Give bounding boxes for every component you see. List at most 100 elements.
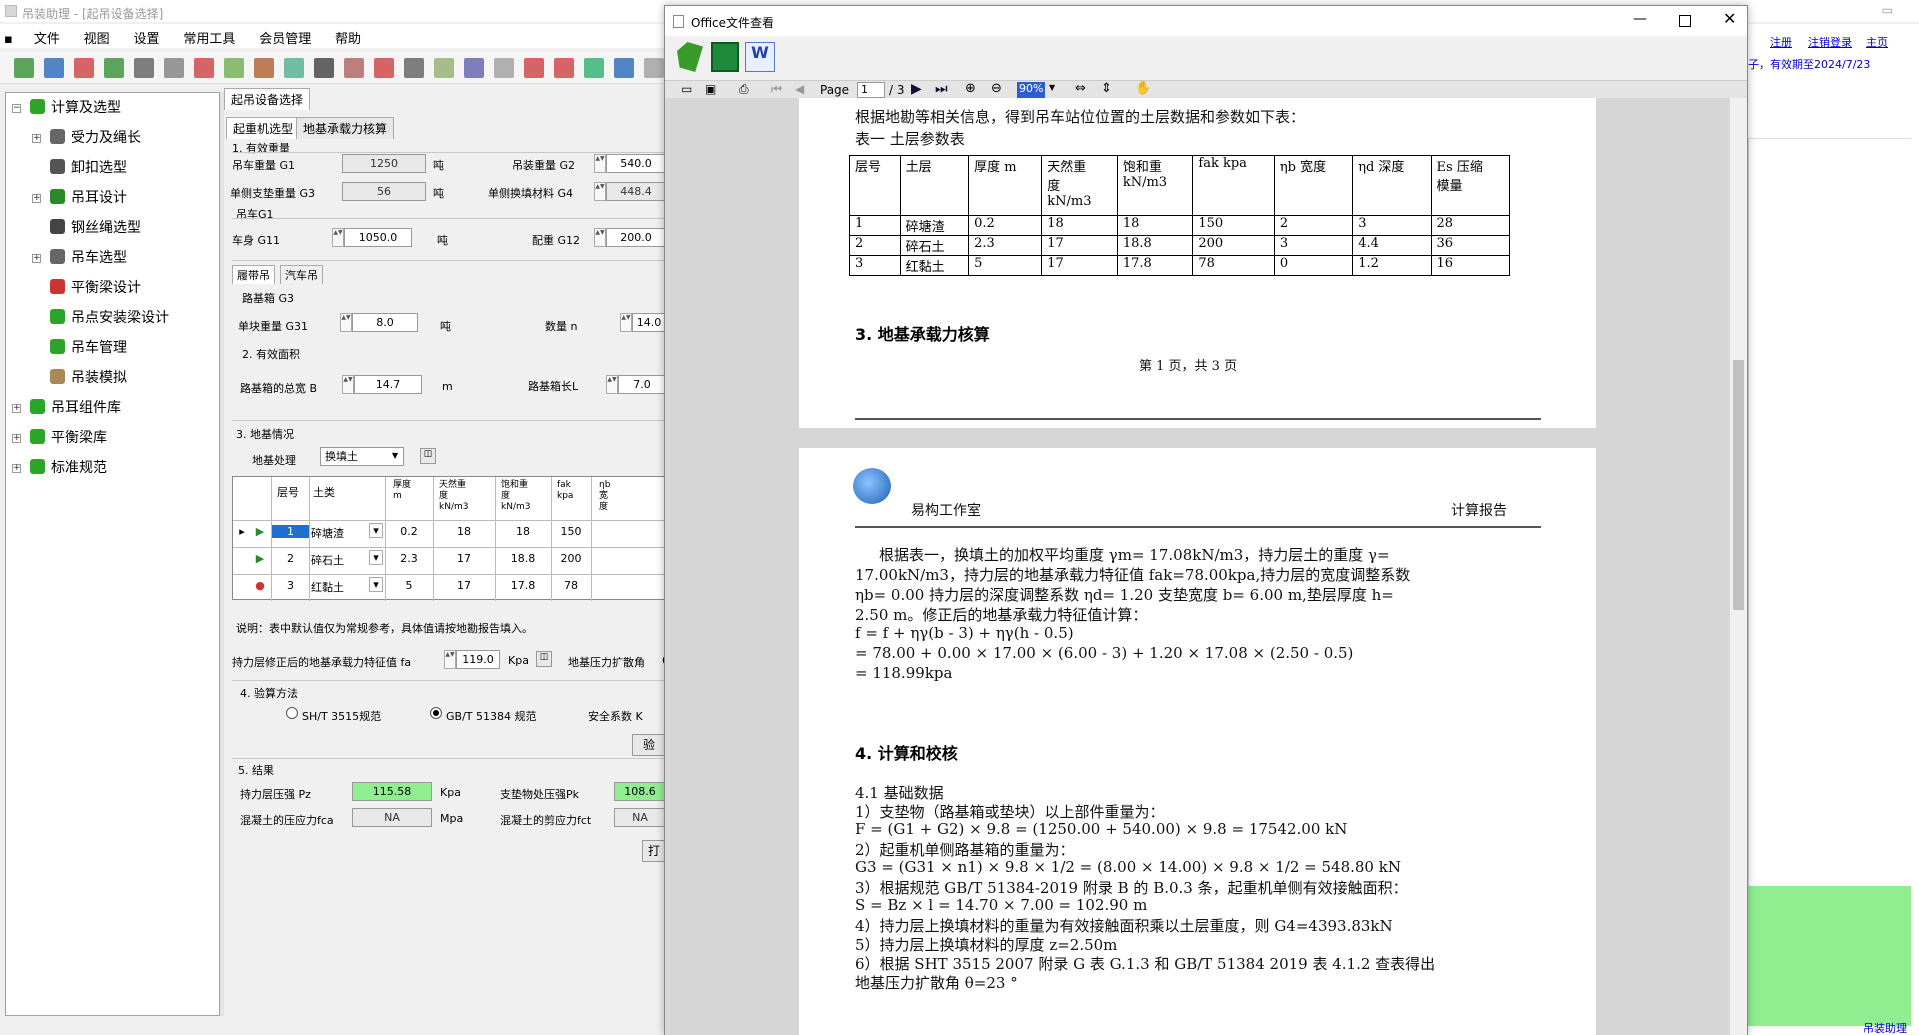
- fa-chart-icon[interactable]: ◫: [536, 651, 552, 667]
- tree-node[interactable]: 卸扣选型: [50, 157, 127, 179]
- tab-crane-selection[interactable]: 起吊设备选择: [224, 88, 311, 110]
- tree-node[interactable]: 钢丝绳选型: [50, 217, 141, 239]
- tree-node[interactable]: 平衡梁设计: [50, 277, 141, 299]
- tree-expander[interactable]: +: [32, 194, 41, 203]
- toolbar-tool-4-icon[interactable]: [104, 58, 124, 78]
- tree-node[interactable]: 吊耳设计: [50, 187, 127, 209]
- calc-button[interactable]: 验: [632, 734, 666, 756]
- splitter[interactable]: [220, 92, 224, 1016]
- grid-cell-gs[interactable]: 17.8: [495, 579, 551, 592]
- grid-cell-fak[interactable]: 150: [551, 525, 591, 538]
- n-spinner[interactable]: ▲▼: [620, 313, 632, 332]
- tab-truck[interactable]: 汽车吊: [280, 265, 323, 284]
- grid-cell-gs[interactable]: 18.8: [495, 552, 551, 565]
- toolbar-tool-19-icon[interactable]: [554, 58, 574, 78]
- toolbar-tool-9-icon[interactable]: [254, 58, 274, 78]
- g1-field[interactable]: 1250: [342, 154, 426, 173]
- menu-settings[interactable]: 设置: [124, 24, 170, 51]
- g12-spinner[interactable]: ▲▼: [594, 228, 606, 247]
- tree-expander[interactable]: +: [12, 434, 21, 443]
- g4-field[interactable]: 448.4: [606, 182, 666, 201]
- tree-node[interactable]: 计算及选型: [30, 97, 121, 119]
- open-icon[interactable]: [677, 42, 703, 72]
- b-spinner[interactable]: ▲▼: [342, 375, 354, 394]
- toolbar-tool-3-icon[interactable]: [74, 58, 94, 78]
- grid-cell-soil[interactable]: 红黏土: [311, 579, 365, 595]
- menu-app-icon[interactable]: ▪: [0, 28, 20, 51]
- tree-node[interactable]: 吊耳组件库: [30, 397, 121, 419]
- tab-crane-select[interactable]: 起重机选型: [226, 117, 301, 139]
- grid-cell-no[interactable]: 3: [272, 579, 309, 592]
- toolbar-tool-13-icon[interactable]: [374, 58, 394, 78]
- b-field[interactable]: 14.7: [354, 375, 422, 394]
- folder-icon[interactable]: ▭: [681, 82, 692, 96]
- zoom-input[interactable]: 90%: [1017, 82, 1045, 98]
- toolbar-tool-7-icon[interactable]: [194, 58, 214, 78]
- first-page-icon[interactable]: ⏮: [771, 82, 782, 97]
- g11-spinner[interactable]: ▲▼: [332, 228, 344, 247]
- viewer-scrollbar[interactable]: [1730, 98, 1747, 1035]
- tree-node[interactable]: 吊点安装梁设计: [50, 307, 169, 329]
- tree-node[interactable]: 平衡梁库: [30, 427, 107, 449]
- grid-cell-soil[interactable]: 碎塘渣: [311, 525, 365, 541]
- pk-field[interactable]: 108.6: [614, 782, 666, 801]
- fa-spinner[interactable]: ▲▼: [444, 650, 456, 669]
- toolbar-tool-8-icon[interactable]: [224, 58, 244, 78]
- l-field[interactable]: 7.0: [618, 375, 666, 394]
- tree-expander[interactable]: +: [12, 464, 21, 473]
- maximize-icon[interactable]: [1679, 15, 1691, 27]
- toolbar-tool-14-icon[interactable]: [404, 58, 424, 78]
- zoom-in-icon[interactable]: ⊕: [965, 81, 976, 96]
- grid-cell-gs[interactable]: 18: [495, 525, 551, 538]
- g4-spinner[interactable]: ▲▼: [594, 182, 606, 201]
- g3-field[interactable]: 56: [342, 182, 426, 201]
- tree-node[interactable]: 吊装模拟: [50, 367, 127, 389]
- grid-cell-h[interactable]: 2.3: [385, 552, 433, 565]
- grid-cell-h[interactable]: 5: [385, 579, 433, 592]
- toolbar-tool-12-icon[interactable]: [344, 58, 364, 78]
- grid-cell-h[interactable]: 0.2: [385, 525, 433, 538]
- page-input[interactable]: 1: [857, 82, 885, 98]
- method-gb-radio[interactable]: [430, 707, 442, 719]
- fit-width-icon[interactable]: ⇔: [1075, 81, 1086, 96]
- print-button[interactable]: 打: [642, 840, 666, 862]
- zoom-chevron-icon[interactable]: ▼: [1049, 83, 1055, 92]
- grid-cell-fak[interactable]: 78: [551, 579, 591, 592]
- tree-expander[interactable]: +: [32, 134, 41, 143]
- soil-dropdown-icon[interactable]: ▾: [369, 577, 383, 592]
- minimize-icon[interactable]: —: [1633, 11, 1647, 27]
- fct-field[interactable]: NA: [614, 808, 666, 827]
- tree-expander[interactable]: +: [32, 254, 41, 263]
- tree-node[interactable]: 吊车选型: [50, 247, 127, 269]
- tree-expander[interactable]: −: [12, 104, 21, 113]
- g12-field[interactable]: 200.0: [606, 228, 666, 247]
- scroll-thumb[interactable]: [1733, 360, 1744, 610]
- chevron-down-icon[interactable]: ▼: [392, 451, 398, 460]
- tree-node[interactable]: 受力及绳长: [50, 127, 141, 149]
- g31-field[interactable]: 8.0: [352, 313, 418, 332]
- toolbar-tool-6-icon[interactable]: [164, 58, 184, 78]
- toolbar-tool-1-icon[interactable]: [14, 58, 34, 78]
- logout-link[interactable]: 注销登录: [1808, 34, 1852, 50]
- grid-cell-g[interactable]: 18: [433, 525, 495, 538]
- document-view[interactable]: 根据地勘等相关信息，得到吊车站位位置的土层数据和参数如下表： 表一 土层参数表 …: [665, 98, 1747, 1035]
- g11-field[interactable]: 1050.0: [344, 228, 412, 247]
- word-export-icon[interactable]: W: [745, 42, 775, 72]
- toolbar-tool-16-icon[interactable]: [464, 58, 484, 78]
- prev-page-icon[interactable]: ◀: [795, 82, 804, 96]
- save-icon[interactable]: [711, 42, 739, 72]
- g31-spinner[interactable]: ▲▼: [340, 313, 352, 332]
- toolbar-tool-5-icon[interactable]: [134, 58, 154, 78]
- soil-dropdown-icon[interactable]: ▾: [369, 550, 383, 565]
- grid-cell-no[interactable]: 1: [272, 525, 309, 538]
- l-spinner[interactable]: ▲▼: [606, 375, 618, 394]
- grid-cell-g[interactable]: 17: [433, 579, 495, 592]
- menu-tools[interactable]: 常用工具: [173, 24, 245, 51]
- grid-cell-g[interactable]: 17: [433, 552, 495, 565]
- menu-help[interactable]: 帮助: [325, 24, 371, 51]
- pz-field[interactable]: 115.58: [352, 782, 432, 801]
- toolbar-tool-22-icon[interactable]: [644, 58, 664, 78]
- fit-page-icon[interactable]: ⇕: [1101, 81, 1112, 96]
- n-field[interactable]: 14.0: [632, 313, 666, 332]
- hand-tool-icon[interactable]: ✋: [1135, 81, 1151, 96]
